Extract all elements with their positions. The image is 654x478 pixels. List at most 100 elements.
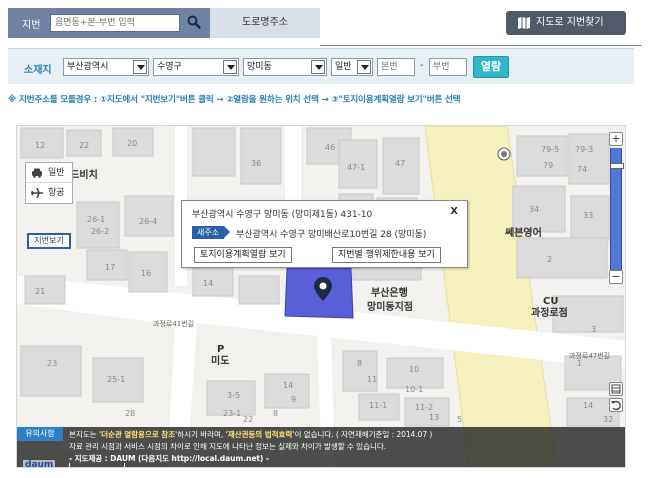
svg-text:16: 16 <box>141 269 151 278</box>
sigungu-select[interactable]: 수영구 <box>153 58 239 76</box>
svg-text:8: 8 <box>273 409 278 418</box>
search-button[interactable] <box>184 13 204 33</box>
road-address-badge: 새주소 <box>192 226 231 239</box>
svg-text:26-1: 26-1 <box>87 215 105 224</box>
svg-text:74: 74 <box>577 165 587 174</box>
svg-text:11-2: 11-2 <box>415 403 433 412</box>
caution-badge: 유의사항 <box>17 427 63 441</box>
search-icon <box>187 15 201 29</box>
svg-text:22: 22 <box>243 415 253 424</box>
usage-notice: ※ 지번주소를 모를경우 : ①지도에서 "지번보기"버튼 클릭 → ②열람을 … <box>8 95 461 105</box>
map-view[interactable]: 12 22 20 26-1 26-2 26-4 21 17 16 14 47-1… <box>16 125 626 468</box>
restriction-view-button[interactable]: 지번별 행위제한내용 보기 <box>332 247 441 263</box>
zoom-handle[interactable] <box>610 163 624 169</box>
parcel-info-popup: 부산광역시 수영구 망미동 (망미제1동) 431-10 X 새주소 부산광역시… <box>181 200 468 268</box>
jibeon-view-button[interactable]: 지번보기 <box>27 233 71 249</box>
poi-cu[interactable]: CU <box>543 296 558 307</box>
svg-text:47-1: 47-1 <box>347 163 365 172</box>
svg-text:8: 8 <box>357 359 362 368</box>
jibeon-search-input[interactable] <box>50 14 180 32</box>
airplane-icon <box>31 188 43 198</box>
svg-text:14: 14 <box>283 381 293 390</box>
svg-text:10-1: 10-1 <box>405 385 423 394</box>
popup-jibeon-address: 부산광역시 수영구 망미동 (망미제1동) 431-10 <box>192 210 373 220</box>
open-button[interactable]: 열람 <box>473 56 509 78</box>
car-icon <box>32 168 42 178</box>
daum-logo[interactable]: daum <box>23 460 56 467</box>
svg-text:12: 12 <box>35 141 45 150</box>
svg-text:79: 79 <box>543 161 553 170</box>
map-icon <box>518 17 530 29</box>
chevron-down-icon <box>223 60 237 74</box>
divider <box>320 45 642 46</box>
svg-text:26-2: 26-2 <box>91 227 109 236</box>
poi-parking-p[interactable]: P <box>217 344 224 355</box>
popup-close-button[interactable]: X <box>450 206 458 217</box>
svg-text:3: 3 <box>591 325 596 334</box>
map-type-aerial[interactable]: 항공 <box>26 183 74 203</box>
undo-icon <box>611 400 621 411</box>
sido-value: 부산광역시 <box>67 62 109 72</box>
svg-text:11: 11 <box>367 375 377 384</box>
dong-select[interactable]: 망미동 <box>243 58 327 76</box>
map-type-aerial-label: 항공 <box>48 188 65 198</box>
svg-text:79-3: 79-3 <box>575 145 593 154</box>
svg-text:11-1: 11-1 <box>369 401 387 410</box>
tab-road-address[interactable]: 도로명주소 <box>210 8 320 38</box>
zoom-slider[interactable] <box>610 148 624 270</box>
caution-overlay: 유의사항 본지도는 '더순관 열람용으로 참조'하시기 바라며, '재산권등의 … <box>17 427 625 467</box>
map-find-button[interactable]: 지도로 지번찾기 <box>506 11 626 35</box>
poi-bank-branch[interactable]: 망미동지점 <box>367 300 413 313</box>
svg-text:79-5: 79-5 <box>541 145 559 154</box>
land-type-select[interactable]: 일반 <box>331 58 373 76</box>
zoom-out-button[interactable]: − <box>609 270 623 284</box>
poi-cu-branch[interactable]: 과정로점 <box>531 306 568 319</box>
number-separator: - <box>420 60 424 71</box>
sub-number-input[interactable] <box>429 58 467 76</box>
map-scale-bar <box>69 463 125 467</box>
location-label: 소재지 <box>24 65 52 76</box>
svg-text:9: 9 <box>291 395 296 404</box>
map-type-switch: 일반 항공 <box>25 162 74 204</box>
poi-parking-label[interactable]: 미도 <box>211 354 229 367</box>
svg-text:34: 34 <box>529 205 539 214</box>
svg-text:17: 17 <box>105 263 115 272</box>
poi-bank-name[interactable]: 부산은행 <box>371 286 408 299</box>
map-find-label: 지도로 지번찾기 <box>536 17 604 28</box>
bus-stop-icon-dot <box>501 151 507 157</box>
svg-text:20: 20 <box>127 139 137 148</box>
land-plan-view-button[interactable]: 토지이용계획열람 보기 <box>194 247 292 263</box>
svg-text:47: 47 <box>395 159 405 168</box>
svg-text:2: 2 <box>547 255 552 264</box>
ruler-tool-button[interactable] <box>609 382 623 396</box>
street-label-2: 과정로47번길 <box>569 351 610 360</box>
svg-text:21: 21 <box>35 287 45 296</box>
tab-jibeon[interactable]: 지번 <box>8 8 210 38</box>
dong-value: 망미동 <box>247 62 272 72</box>
map-type-general[interactable]: 일반 <box>26 163 74 183</box>
street-label-1: 과정로41번길 <box>153 319 194 328</box>
svg-text:26-4: 26-4 <box>139 217 157 226</box>
sido-select[interactable]: 부산광역시 <box>63 58 149 76</box>
sigungu-value: 수영구 <box>157 62 182 72</box>
svg-text:22: 22 <box>79 141 89 150</box>
ruler-icon <box>611 384 621 394</box>
zoom-control: + − <box>609 132 624 284</box>
poi-english[interactable]: 쎄븐영어 <box>505 226 542 239</box>
chevron-down-icon <box>311 60 325 74</box>
zoom-in-button[interactable]: + <box>609 132 623 146</box>
chevron-down-icon <box>357 60 371 74</box>
main-number-input[interactable] <box>377 58 415 76</box>
svg-text:14: 14 <box>203 279 213 288</box>
reset-tool-button[interactable] <box>609 398 623 412</box>
svg-text:10: 10 <box>409 365 419 374</box>
svg-text:14: 14 <box>583 401 593 410</box>
location-pin-icon[interactable] <box>314 277 332 301</box>
svg-text:32: 32 <box>603 415 613 424</box>
map-type-general-label: 일반 <box>48 168 65 178</box>
svg-text:3-5: 3-5 <box>227 391 240 400</box>
svg-text:46: 46 <box>325 143 335 152</box>
svg-text:36: 36 <box>251 159 261 168</box>
search-bar: 지번 도로명주소 지도로 지번찾기 <box>8 8 642 46</box>
svg-text:5: 5 <box>457 415 462 424</box>
